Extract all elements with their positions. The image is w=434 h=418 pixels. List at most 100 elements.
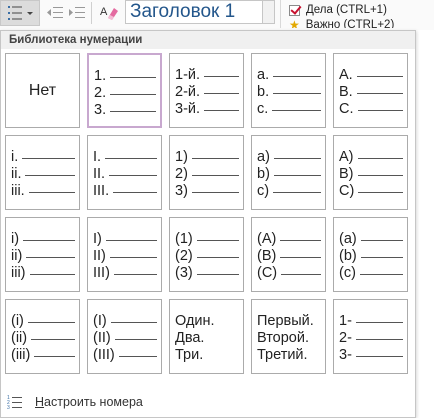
numbering-preview: 1) 2) 3) xyxy=(175,148,239,199)
customize-numbering-row[interactable]: 1 2 3 Настроить номера xyxy=(1,387,415,417)
numbering-preview: 1-й. 2-й. 3-й. xyxy=(175,66,239,117)
preview-text-line xyxy=(27,322,75,323)
numbering-preview-line: i) xyxy=(11,230,75,247)
preview-text-line xyxy=(355,356,403,357)
numbering-preview: (i) (ii) (iii) xyxy=(11,312,75,363)
numbering-preview-line: 3- xyxy=(339,346,403,363)
numbering-preview-line: c) xyxy=(257,182,321,199)
numbering-preview-line: III. xyxy=(93,182,157,199)
numbering-marker: (3) xyxy=(175,264,193,281)
numbering-preview-line: 2- xyxy=(339,329,403,346)
increase-indent-button[interactable] xyxy=(66,0,88,26)
numbering-marker: 1- xyxy=(339,312,352,329)
numbering-preview-line: Три. xyxy=(175,346,239,363)
numbering-format-tile[interactable]: 1) 2) 3) xyxy=(169,135,244,210)
preview-text-line xyxy=(22,158,75,159)
numbering-format-tile[interactable]: (1) (2) (3) xyxy=(169,217,244,292)
preview-text-line xyxy=(280,240,321,241)
numbering-preview: Один. Два. Три. xyxy=(175,312,239,363)
numbering-preview-line: (III) xyxy=(93,346,157,363)
numbering-marker: (B) xyxy=(257,247,277,264)
numbering-preview-line: (a) xyxy=(339,230,403,247)
numbering-format-tile[interactable]: a. b. c. xyxy=(251,53,326,128)
numbering-format-tile[interactable]: Один. Два. Три. xyxy=(169,299,244,374)
numbering-preview-line: (b) xyxy=(339,247,403,264)
numbering-format-tile[interactable]: A. B. C. xyxy=(333,53,408,128)
preview-text-line xyxy=(356,93,403,94)
preview-text-line xyxy=(204,76,239,77)
clear-formatting-icon: A xyxy=(100,6,118,20)
numbering-marker: B) xyxy=(339,165,354,182)
none-label: Нет xyxy=(28,81,57,99)
numbering-marker: II. xyxy=(93,165,106,182)
numbering-format-tile[interactable]: (A) (B) (C) xyxy=(251,217,326,292)
preview-text-line xyxy=(273,192,321,193)
checkbox-tag-icon xyxy=(289,4,300,16)
numbering-format-tile[interactable]: 1- 2- 3- xyxy=(333,299,408,374)
numbering-marker: 3) xyxy=(175,182,188,199)
tag-todo[interactable]: Дела (CTRL+1) xyxy=(289,3,387,17)
numbering-format-tile[interactable]: (I) (II) (III) xyxy=(87,299,162,374)
numbering-format-tile[interactable]: Первый. Второй. Третий. xyxy=(251,299,326,374)
numbering-format-tile[interactable]: (a) (b) (c) xyxy=(333,217,408,292)
numbering-marker: (i) xyxy=(11,312,24,329)
clear-formatting-button[interactable]: A xyxy=(96,0,122,26)
svg-text:A: A xyxy=(100,6,108,18)
numbering-format-tile[interactable]: i. ii. iii. xyxy=(5,135,80,210)
numbering-button[interactable] xyxy=(0,0,40,26)
preview-text-line xyxy=(105,240,157,241)
numbering-marker: 2) xyxy=(175,165,188,182)
numbering-marker: B. xyxy=(339,83,353,100)
numbering-format-tile[interactable]: (i) (ii) (iii) xyxy=(5,299,80,374)
numbering-marker: 2-й. xyxy=(175,83,201,100)
numbering-preview-line: Второй. xyxy=(257,329,321,346)
numbering-marker: (c) xyxy=(339,264,356,281)
preview-text-line xyxy=(272,110,321,111)
tag-important[interactable]: ★ Важно (CTRL+2) xyxy=(289,18,394,28)
numbering-format-tile[interactable]: a) b) c) xyxy=(251,135,326,210)
numbering-preview-line: I. xyxy=(93,148,157,165)
numbering-preview: a. b. c. xyxy=(257,66,321,117)
numbering-format-tile[interactable]: A) B) C) xyxy=(333,135,408,210)
style-scroll-button[interactable] xyxy=(263,0,275,24)
numbering-marker: (A) xyxy=(257,230,277,247)
numbering-format-tile[interactable]: i) ii) iii) xyxy=(5,217,80,292)
numbering-marker: c. xyxy=(257,100,269,117)
preview-text-line xyxy=(191,175,239,176)
numbering-preview-line: (II) xyxy=(93,329,157,346)
preview-text-line xyxy=(118,356,157,357)
numbering-format-tile[interactable]: I. II. III. xyxy=(87,135,162,210)
numbering-preview-line: b. xyxy=(257,83,321,100)
preview-text-line xyxy=(273,158,321,159)
decrease-indent-button[interactable] xyxy=(44,0,66,26)
style-selector[interactable]: Заголовок 1 xyxy=(125,0,263,24)
numbering-preview-line: B) xyxy=(339,165,403,182)
preview-text-line xyxy=(360,240,403,241)
numbering-marker: c) xyxy=(257,182,270,199)
numbering-format-tile[interactable]: 1. 2. 3. xyxy=(87,53,162,128)
numbering-marker: 1) xyxy=(175,148,188,165)
numbering-marker: i) xyxy=(11,230,20,247)
numbering-marker: III) xyxy=(93,264,110,281)
svg-text:3: 3 xyxy=(7,405,10,410)
numbering-marker: (1) xyxy=(175,230,193,247)
numbering-format-tile[interactable]: 1-й. 2-й. 3-й. xyxy=(169,53,244,128)
tag-label: Дела (CTRL+1) xyxy=(306,4,387,16)
preview-text-line xyxy=(110,94,156,95)
numbering-preview-line: (B) xyxy=(257,247,321,264)
numbering-preview-line: 3-й. xyxy=(175,100,239,117)
preview-text-line xyxy=(113,192,157,193)
numbering-marker: (III) xyxy=(93,346,115,363)
numbering-none-tile[interactable]: Нет xyxy=(5,53,80,128)
numbering-marker: (I) xyxy=(93,312,107,329)
increase-indent-icon xyxy=(69,7,85,18)
numbering-format-tile[interactable]: I) II) III) xyxy=(87,217,162,292)
preview-text-line xyxy=(110,322,157,323)
numbering-preview-line: (3) xyxy=(175,264,239,281)
preview-text-line xyxy=(109,175,157,176)
preview-text-line xyxy=(357,110,403,111)
numbering-marker: I) xyxy=(93,230,102,247)
numbering-marker: 2. xyxy=(94,84,107,101)
numbering-preview-line: Третий. xyxy=(257,346,321,363)
numbering-preview: 1. 2. 3. xyxy=(94,67,156,118)
